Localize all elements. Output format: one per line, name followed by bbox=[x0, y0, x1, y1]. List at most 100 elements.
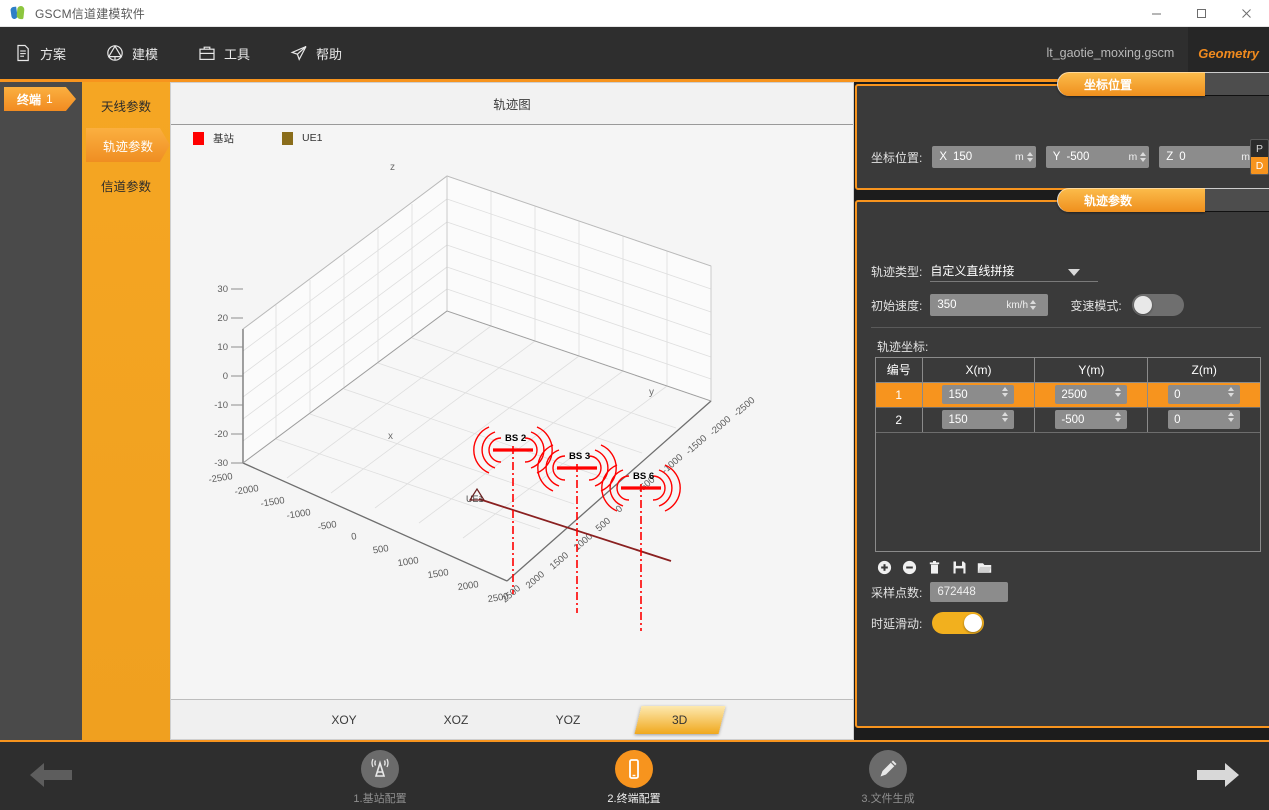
menu-item-help[interactable]: 帮助 bbox=[276, 27, 368, 79]
svg-text:-20: -20 bbox=[214, 429, 228, 440]
trajectory-type-label: 轨迹类型: bbox=[871, 264, 923, 279]
sidebar-item-antenna-params[interactable]: 天线参数 bbox=[82, 88, 170, 122]
minimize-icon[interactable] bbox=[1134, 0, 1179, 27]
svg-text:-1000: -1000 bbox=[286, 507, 312, 522]
row-y-field[interactable] bbox=[1055, 385, 1128, 404]
tab-xoz[interactable]: XOZ bbox=[414, 706, 498, 734]
save-icon[interactable] bbox=[952, 560, 967, 575]
row-index: 2 bbox=[876, 407, 923, 433]
maximize-icon[interactable] bbox=[1179, 0, 1224, 27]
coordinate-panel-tabbar: 坐标位置 bbox=[1057, 72, 1269, 96]
row-cell-x[interactable] bbox=[922, 382, 1036, 408]
wizard-step-filegen[interactable]: 3.文件生成 bbox=[818, 750, 958, 806]
coordinate-y-field[interactable]: Y m bbox=[1045, 146, 1150, 168]
row-index: 1 bbox=[876, 382, 923, 408]
initial-speed-input[interactable] bbox=[930, 299, 1007, 311]
row-cell-z[interactable] bbox=[1147, 382, 1260, 408]
svg-text:1500: 1500 bbox=[427, 567, 450, 581]
add-icon[interactable] bbox=[877, 560, 892, 575]
row-z-field[interactable] bbox=[1168, 410, 1241, 429]
tab-xoy[interactable]: XOY bbox=[302, 706, 386, 734]
row-x-field[interactable] bbox=[942, 385, 1015, 404]
pd-toggle-p[interactable]: P bbox=[1251, 140, 1268, 157]
column-header-y: Y(m) bbox=[1034, 358, 1149, 383]
toolbox-icon bbox=[198, 44, 216, 62]
spinner-row-y[interactable] bbox=[1115, 411, 1124, 423]
parameter-sidebar: 天线参数 轨迹参数 信道参数 bbox=[82, 82, 170, 740]
delay-slide-toggle[interactable] bbox=[932, 612, 985, 634]
trajectory-type-select[interactable]: 自定义直线拼接 bbox=[930, 260, 1099, 282]
sidebar-item-label: 轨迹参数 bbox=[102, 139, 153, 154]
panel-tab-trajectory[interactable]: 轨迹参数 bbox=[1057, 188, 1205, 212]
svg-text:20: 20 bbox=[217, 313, 228, 324]
row-x-input[interactable] bbox=[948, 413, 1001, 426]
spinner-row-z[interactable] bbox=[1228, 411, 1237, 423]
menu-item-tools[interactable]: 工具 bbox=[184, 27, 276, 79]
svg-text:-1500: -1500 bbox=[684, 433, 710, 457]
table-row[interactable]: 2 bbox=[876, 407, 1260, 433]
coordinate-z-field[interactable]: Z m bbox=[1159, 146, 1262, 168]
terminal-rail: 终端 1 bbox=[0, 82, 82, 740]
tab-yoz[interactable]: YOZ bbox=[526, 706, 610, 734]
coordinate-z-input[interactable] bbox=[1179, 151, 1242, 163]
wizard-step-terminal[interactable]: 2.终端配置 bbox=[564, 750, 704, 806]
row-y-input[interactable] bbox=[1061, 388, 1114, 401]
table-row[interactable]: 1 bbox=[876, 382, 1260, 408]
page-title: 轨迹图 bbox=[493, 98, 531, 112]
spinner-row-y[interactable] bbox=[1115, 386, 1124, 398]
coordinate-x-field[interactable]: X m bbox=[932, 146, 1036, 168]
sidebar-item-channel-params[interactable]: 信道参数 bbox=[82, 168, 170, 202]
next-arrow-icon[interactable] bbox=[1195, 760, 1241, 790]
app-logo-icon bbox=[10, 5, 26, 21]
trajectory-coords-table: 编号 X(m) Y(m) Z(m) 1 150 2500 0 2 150 -50… bbox=[876, 358, 1260, 433]
row-cell-z[interactable] bbox=[1147, 407, 1260, 433]
view-tab-bar: XOY XOZ YOZ 3D bbox=[171, 699, 853, 739]
unit-label: m bbox=[1015, 151, 1024, 163]
prev-arrow-icon[interactable] bbox=[28, 760, 74, 790]
spinner-speed[interactable] bbox=[1030, 299, 1039, 311]
row-z-field[interactable] bbox=[1168, 385, 1241, 404]
spinner-row-z[interactable] bbox=[1228, 386, 1237, 398]
row-x-field[interactable] bbox=[942, 410, 1015, 429]
spinner-row-x[interactable] bbox=[1002, 386, 1011, 398]
sidebar-item-trajectory-params[interactable]: 轨迹参数 bbox=[86, 128, 170, 162]
phone-icon bbox=[615, 750, 653, 788]
open-folder-icon[interactable] bbox=[977, 560, 992, 575]
close-icon[interactable] bbox=[1224, 0, 1269, 27]
legend-swatch-ue bbox=[282, 131, 293, 145]
initial-speed-field[interactable]: km/h bbox=[930, 294, 1049, 316]
menu-item-label: 工具 bbox=[224, 46, 251, 62]
pd-toggle-d[interactable]: D bbox=[1251, 157, 1268, 174]
spinner-y[interactable] bbox=[1140, 151, 1149, 163]
tab-label: YOZ bbox=[555, 712, 581, 727]
chart-canvas-3d[interactable]: 30 20 10 0 -10 -20 -30 x y z -2500 -2000… bbox=[171, 151, 853, 699]
row-cell-x[interactable] bbox=[922, 407, 1036, 433]
svg-text:500: 500 bbox=[372, 543, 389, 556]
variable-speed-toggle[interactable] bbox=[1131, 294, 1184, 316]
chart-legend: 基站 UE1 bbox=[171, 125, 853, 151]
menu-item-scheme[interactable]: 方案 bbox=[0, 27, 92, 79]
row-y-input[interactable] bbox=[1061, 413, 1114, 426]
axis-y-label: Y bbox=[1052, 151, 1061, 163]
spinner-x[interactable] bbox=[1026, 151, 1036, 163]
remove-icon[interactable] bbox=[902, 560, 917, 575]
svg-text:-2000: -2000 bbox=[708, 414, 734, 438]
delete-icon[interactable] bbox=[927, 560, 942, 575]
tab-3d[interactable]: 3D bbox=[634, 705, 726, 734]
chevron-down-icon bbox=[1068, 269, 1081, 276]
row-z-input[interactable] bbox=[1174, 388, 1227, 401]
row-x-input[interactable] bbox=[948, 388, 1001, 401]
panel-tab-coordinate[interactable]: 坐标位置 bbox=[1057, 72, 1205, 96]
coordinate-x-input[interactable] bbox=[953, 151, 1016, 163]
wizard-step-basestation[interactable]: 1.基站配置 bbox=[310, 750, 450, 806]
row-cell-y[interactable] bbox=[1034, 407, 1149, 433]
coordinate-row: 坐标位置: X m Y m Z m bbox=[871, 146, 1262, 168]
coordinate-y-input[interactable] bbox=[1066, 151, 1129, 163]
trajectory-coords-table-wrap[interactable]: 编号 X(m) Y(m) Z(m) 1 150 2500 0 2 150 -50… bbox=[875, 357, 1261, 552]
row-cell-y[interactable] bbox=[1034, 382, 1149, 408]
spinner-row-x[interactable] bbox=[1002, 411, 1011, 423]
row-z-input[interactable] bbox=[1174, 413, 1227, 426]
row-y-field[interactable] bbox=[1055, 410, 1128, 429]
sidebar-item-terminal-1[interactable]: 终端 1 bbox=[4, 87, 76, 111]
menu-item-modeling[interactable]: 建模 bbox=[92, 27, 184, 79]
